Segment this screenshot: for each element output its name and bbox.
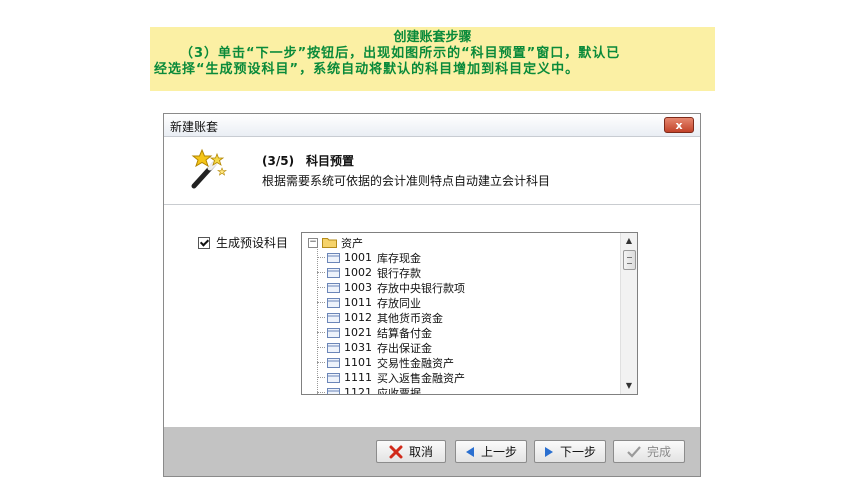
prev-step-label: 上一步 xyxy=(480,445,517,459)
tree-account-item[interactable]: 1011 存放同业 xyxy=(317,295,421,310)
tree-connector xyxy=(317,287,325,288)
tree-account-item[interactable]: 1021 结算备付金 xyxy=(317,325,432,340)
document-icon xyxy=(327,297,340,308)
tree-connector xyxy=(317,257,325,258)
tree-account-item[interactable]: 1121 应收票据 xyxy=(317,385,421,394)
account-code: 1021 xyxy=(344,326,372,339)
dialog-titlebar[interactable]: 新建账套 x xyxy=(164,114,700,137)
wizard-header: (3/5) 科目预置 根据需要系统可依据的会计准则特点自动建立会计科目 xyxy=(164,137,700,205)
account-tree-content: − 资产 1001 库存现金 1002 银行存款 1003 存放中央银行款项 1011 存放同… xyxy=(302,233,621,394)
tree-connector xyxy=(317,377,325,378)
account-name: 银行存款 xyxy=(377,266,421,280)
folder-icon xyxy=(322,238,337,248)
document-icon xyxy=(327,387,340,394)
document-icon xyxy=(327,372,340,383)
caption-line-2: 经选择“生成预设科目”，系统自动将默认的科目增加到科目定义中。 xyxy=(154,62,580,77)
next-step-button[interactable]: 下一步 xyxy=(534,440,606,463)
scroll-thumb[interactable] xyxy=(623,250,636,270)
step-description: 根据需要系统可依据的会计准则特点自动建立会计科目 xyxy=(262,174,551,188)
next-step-label: 下一步 xyxy=(559,445,596,459)
document-icon xyxy=(327,327,340,338)
tree-account-item[interactable]: 1002 银行存款 xyxy=(317,265,421,280)
prev-step-button[interactable]: 上一步 xyxy=(455,440,527,463)
tree-account-item[interactable]: 1101 交易性金融资产 xyxy=(317,355,454,370)
account-name: 其他货币资金 xyxy=(377,311,443,325)
wizard-body: 生成预设科目 − 资产 1001 库存现金 1002 银行存款 1003 存放中央银行款项… xyxy=(164,205,700,427)
account-name: 买入返售金融资产 xyxy=(377,371,465,385)
arrow-right-icon xyxy=(544,446,553,457)
tree-connector xyxy=(317,332,325,333)
cancel-x-icon xyxy=(389,445,403,458)
document-icon xyxy=(327,282,340,293)
checkbox-label: 生成预设科目 xyxy=(216,236,289,250)
new-account-set-dialog: 新建账套 x (3/5) 科目预置 根据需要系统可依据的会计准则特点自动建立会计… xyxy=(163,113,701,477)
caption-line-1: （3）单击“下一步”按钮后，出现如图所示的“科目预置”窗口，默认已 xyxy=(180,46,621,61)
wizard-footer: 取消 上一步 下一步 完成 xyxy=(164,427,700,476)
account-code: 1111 xyxy=(344,371,372,384)
dialog-title: 新建账套 xyxy=(170,120,219,134)
account-name: 结算备付金 xyxy=(377,326,432,340)
account-code: 1003 xyxy=(344,281,372,294)
tree-account-item[interactable]: 1031 存出保证金 xyxy=(317,340,432,355)
collapse-icon[interactable]: − xyxy=(308,237,318,248)
finish-button[interactable]: 完成 xyxy=(613,440,685,463)
account-code: 1121 xyxy=(344,386,372,394)
account-tree[interactable]: − 资产 1001 库存现金 1002 银行存款 1003 存放中央银行款项 1011 存放同… xyxy=(301,232,638,395)
tree-connector xyxy=(317,362,325,363)
account-code: 1101 xyxy=(344,356,372,369)
account-name: 存出保证金 xyxy=(377,341,432,355)
check-icon xyxy=(627,445,641,458)
close-icon: x xyxy=(675,119,683,132)
caption-title: 创建账套步骤 xyxy=(393,30,472,45)
close-button[interactable]: x xyxy=(664,117,694,133)
account-code: 1031 xyxy=(344,341,372,354)
tree-connector xyxy=(317,347,325,348)
tree-account-item[interactable]: 1001 库存现金 xyxy=(317,250,421,265)
scroll-down-icon[interactable]: ▼ xyxy=(621,378,637,394)
document-icon xyxy=(327,357,340,368)
step-title: (3/5) 科目预置 xyxy=(262,154,355,168)
account-name: 应收票据 xyxy=(377,386,421,395)
account-code: 1001 xyxy=(344,251,372,264)
account-code: 1011 xyxy=(344,296,372,309)
tree-connector xyxy=(317,392,325,393)
tree-node-assets[interactable]: − 资产 xyxy=(308,235,363,250)
tree-scrollbar[interactable]: ▲ ▼ xyxy=(620,233,637,394)
tree-account-item[interactable]: 1003 存放中央银行款项 xyxy=(317,280,465,295)
cancel-button[interactable]: 取消 xyxy=(376,440,446,463)
document-icon xyxy=(327,267,340,278)
tree-connector xyxy=(317,317,325,318)
finish-label: 完成 xyxy=(646,445,671,459)
account-code: 1012 xyxy=(344,311,372,324)
caption-banner: 创建账套步骤 （3）单击“下一步”按钮后，出现如图所示的“科目预置”窗口，默认已… xyxy=(150,27,715,91)
tree-account-item[interactable]: 1111 买入返售金融资产 xyxy=(317,370,465,385)
account-name: 交易性金融资产 xyxy=(377,356,454,370)
document-icon xyxy=(327,342,340,353)
tree-node-label: 资产 xyxy=(341,236,363,250)
scroll-up-icon[interactable]: ▲ xyxy=(621,233,637,249)
account-name: 存放中央银行款项 xyxy=(377,281,465,295)
tree-connector xyxy=(317,302,325,303)
tree-account-item[interactable]: 1012 其他货币资金 xyxy=(317,310,443,325)
account-name: 库存现金 xyxy=(377,251,421,265)
generate-preset-accounts-checkbox[interactable]: 生成预设科目 xyxy=(198,234,288,251)
arrow-left-icon xyxy=(465,446,474,457)
account-name: 存放同业 xyxy=(377,296,421,310)
magic-wand-icon xyxy=(191,148,228,189)
document-icon xyxy=(327,252,340,263)
cancel-label: 取消 xyxy=(408,445,433,459)
checkbox-check-icon[interactable] xyxy=(198,236,210,249)
document-icon xyxy=(327,312,340,323)
account-code: 1002 xyxy=(344,266,372,279)
tree-connector xyxy=(317,272,325,273)
